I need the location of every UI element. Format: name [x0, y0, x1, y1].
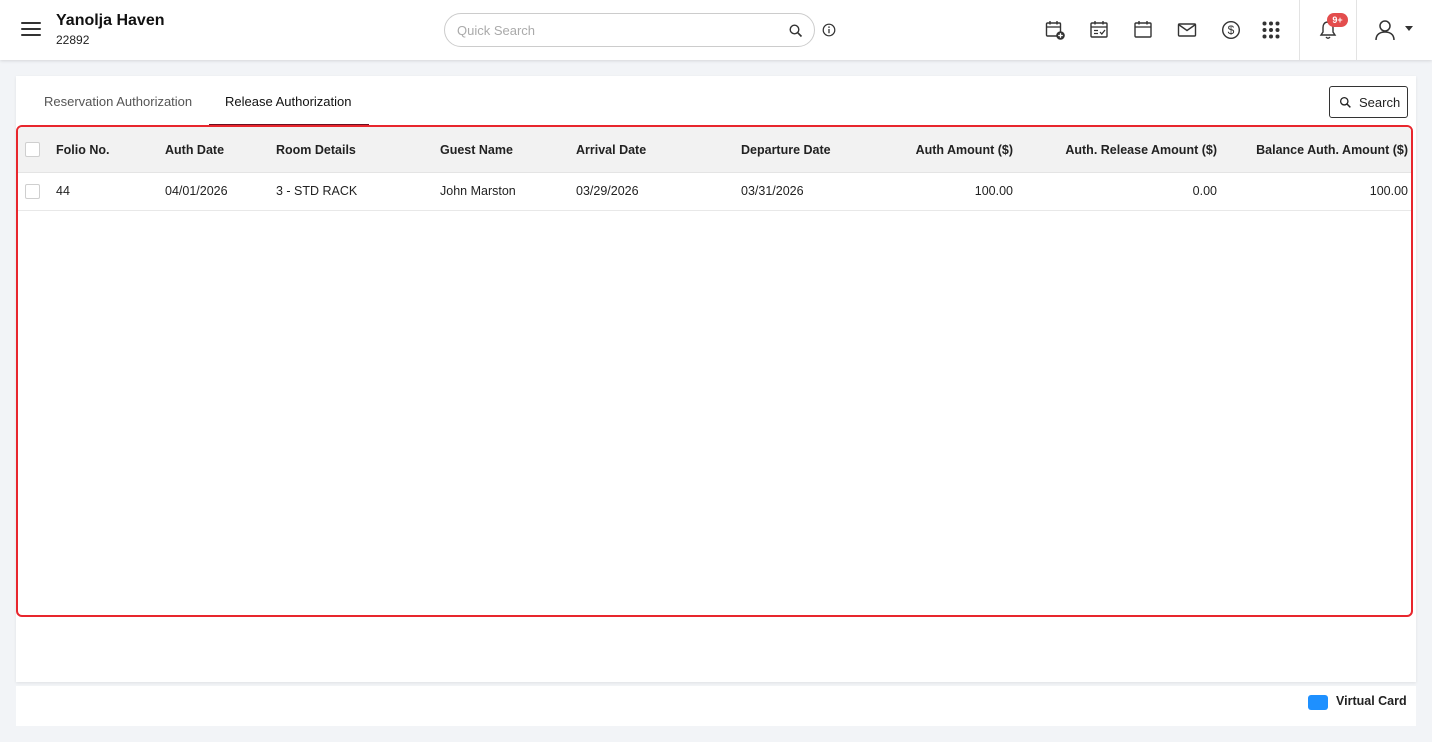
column-header-folio[interactable]: Folio No. [56, 143, 109, 157]
search-icon[interactable] [788, 23, 804, 39]
mail-icon[interactable] [1176, 19, 1198, 41]
column-header-balance-amount[interactable]: Balance Auth. Amount ($) [1256, 143, 1408, 157]
column-header-auth-date[interactable]: Auth Date [165, 143, 224, 157]
column-header-release-amount[interactable]: Auth. Release Amount ($) [1065, 143, 1217, 157]
release-authorization-grid: Folio No. Auth Date Room Details Guest N… [16, 125, 1413, 617]
cell-guest-name: John Marston [440, 184, 516, 198]
virtual-card-swatch [1308, 695, 1328, 710]
search-icon [1339, 96, 1351, 108]
cell-arrival-date: 03/29/2026 [576, 184, 639, 198]
cell-auth-amount: 100.00 [974, 184, 1013, 198]
quick-search-box [444, 13, 815, 47]
search-button[interactable]: Search [1329, 86, 1408, 118]
hotel-id: 22892 [56, 33, 90, 47]
user-avatar-icon[interactable] [1373, 18, 1397, 42]
cell-release-amount: 0.00 [1192, 184, 1217, 198]
column-header-room-details[interactable]: Room Details [276, 143, 356, 157]
calendar-icon[interactable] [1132, 19, 1154, 41]
notification-badge: 9+ [1327, 13, 1348, 27]
column-header-arrival-date[interactable]: Arrival Date [576, 143, 646, 157]
table-header: Folio No. Auth Date Room Details Guest N… [18, 127, 1411, 173]
menu-icon[interactable] [21, 20, 41, 38]
column-header-guest-name[interactable]: Guest Name [440, 143, 513, 157]
divider [1299, 0, 1300, 60]
top-bar: Yanolja Haven 22892 $ 9+ [0, 0, 1432, 60]
apps-grid-icon[interactable] [1260, 19, 1282, 41]
dollar-icon[interactable]: $ [1220, 19, 1242, 41]
cell-departure-date: 03/31/2026 [741, 184, 804, 198]
tab-release-authorization[interactable]: Release Authorization [225, 94, 351, 109]
cell-balance-amount: 100.00 [1369, 184, 1408, 198]
calendar-check-icon[interactable] [1088, 19, 1110, 41]
row-checkbox[interactable] [25, 184, 40, 199]
chevron-down-icon[interactable] [1405, 26, 1413, 31]
tab-reservation-authorization[interactable]: Reservation Authorization [44, 94, 192, 109]
svg-text:$: $ [1228, 23, 1235, 37]
divider [1356, 0, 1357, 60]
legend-bar: Virtual Card [16, 686, 1416, 726]
column-header-auth-amount[interactable]: Auth Amount ($) [916, 143, 1013, 157]
new-reservation-icon[interactable] [1044, 19, 1066, 41]
hotel-name: Yanolja Haven [56, 12, 165, 29]
cell-room-details: 3 - STD RACK [276, 184, 358, 198]
column-header-departure-date[interactable]: Departure Date [741, 143, 831, 157]
cell-folio: 44 [56, 184, 70, 198]
table-row[interactable]: 44 04/01/2026 3 - STD RACK John Marston … [18, 173, 1411, 211]
search-button-label: Search [1359, 95, 1401, 110]
cell-auth-date: 04/01/2026 [165, 184, 228, 198]
select-all-checkbox[interactable] [25, 142, 40, 157]
quick-search-input[interactable] [457, 21, 777, 39]
info-icon[interactable] [822, 23, 836, 37]
virtual-card-label: Virtual Card [1336, 694, 1407, 708]
